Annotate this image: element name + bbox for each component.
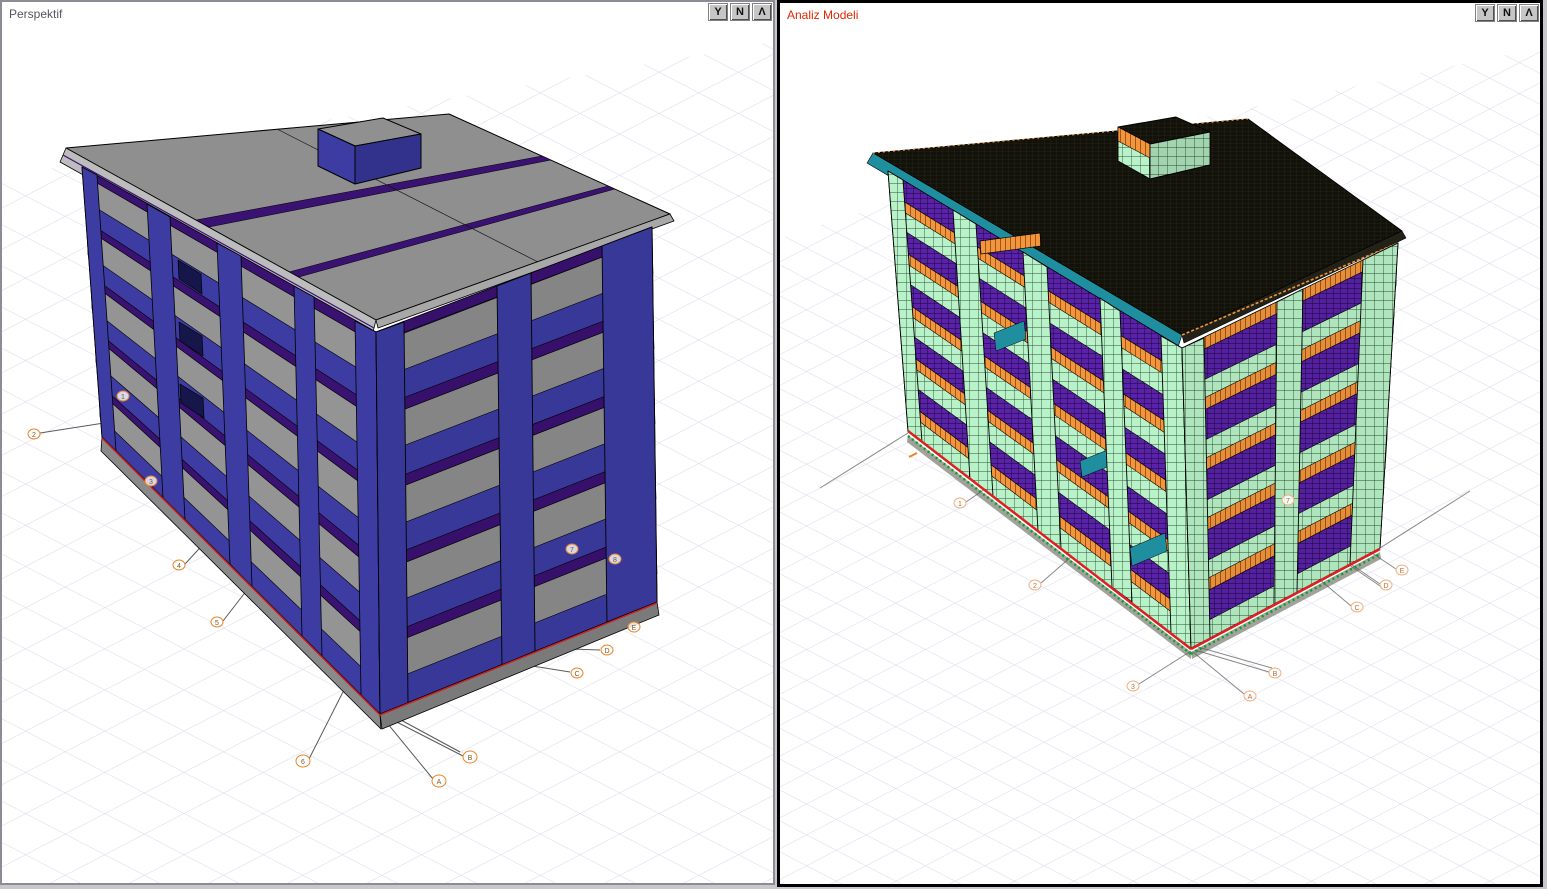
axis-bubble: A [432, 775, 446, 787]
axis-bubble: B [463, 751, 477, 763]
svg-text:2: 2 [32, 432, 36, 439]
axis-bubble: 7 [566, 544, 578, 554]
axis-bubble: 7 [1282, 495, 1294, 505]
viewport-title: Analiz Modeli [787, 8, 858, 22]
axis-bubble: D [601, 645, 613, 655]
view-n-button[interactable]: N [1497, 4, 1517, 22]
axis-bubble: 1 [117, 391, 129, 401]
axis-bubble: B [1269, 668, 1281, 678]
svg-text:C: C [574, 671, 579, 678]
axis-bubble: C [571, 668, 583, 678]
svg-text:D: D [604, 648, 609, 655]
axis-bubble: 5 [211, 617, 223, 627]
axis-bubble: D [1380, 580, 1392, 590]
viewport-button-group: Y N Λ [708, 3, 772, 21]
analysis-scene: 1 2 3 A B C D E 7 [780, 3, 1540, 884]
svg-text:3: 3 [1131, 684, 1135, 691]
axis-bubble: 4 [173, 560, 185, 570]
axis-bubble: E [628, 622, 640, 632]
view-y-button[interactable]: Y [1475, 4, 1495, 22]
analysis-canvas[interactable]: 1 2 3 A B C D E 7 [780, 3, 1540, 884]
svg-text:2: 2 [1033, 583, 1037, 590]
axis-bubble: 3 [1127, 681, 1139, 691]
svg-text:A: A [1248, 694, 1253, 701]
svg-text:6: 6 [301, 759, 305, 766]
perspective-scene: 1 2 3 4 5 6 A B C D E 7 8 [2, 2, 773, 883]
axis-bubble: C [1351, 602, 1363, 612]
svg-text:B: B [468, 755, 473, 762]
view-n-button[interactable]: N [730, 3, 750, 21]
dual-viewport-workspace: Perspektif Y N Λ [0, 0, 1547, 889]
view-a-button[interactable]: Λ [1519, 4, 1539, 22]
axis-bubble: 3 [145, 476, 157, 486]
svg-text:C: C [1354, 605, 1359, 612]
viewport-button-group: Y N Λ [1475, 4, 1539, 22]
svg-text:8: 8 [613, 557, 617, 564]
svg-text:3: 3 [149, 479, 153, 486]
axis-bubble: 2 [28, 429, 40, 439]
svg-text:A: A [437, 779, 442, 786]
viewport-title: Perspektif [9, 7, 62, 21]
svg-text:E: E [632, 625, 637, 632]
viewport-analysis-model[interactable]: Analiz Modeli Y N Λ [777, 0, 1543, 887]
svg-text:1: 1 [121, 394, 125, 401]
axis-bubble: 8 [609, 554, 621, 564]
axis-bubble: 1 [954, 498, 966, 508]
svg-text:7: 7 [1286, 498, 1290, 505]
axis-bubble: 2 [1029, 580, 1041, 590]
svg-text:B: B [1273, 671, 1278, 678]
view-y-button[interactable]: Y [708, 3, 728, 21]
svg-text:7: 7 [570, 547, 574, 554]
svg-text:E: E [1400, 568, 1405, 575]
axis-bubble: 6 [296, 755, 310, 767]
svg-text:4: 4 [177, 563, 181, 570]
axis-bubble: A [1244, 691, 1256, 701]
viewport-perspective[interactable]: Perspektif Y N Λ [0, 0, 775, 885]
svg-text:1: 1 [958, 501, 962, 508]
perspective-canvas[interactable]: 1 2 3 4 5 6 A B C D E 7 8 [2, 2, 773, 883]
view-a-button[interactable]: Λ [752, 3, 772, 21]
svg-text:D: D [1383, 583, 1388, 590]
axis-bubble: E [1396, 565, 1408, 575]
svg-text:5: 5 [215, 620, 219, 627]
